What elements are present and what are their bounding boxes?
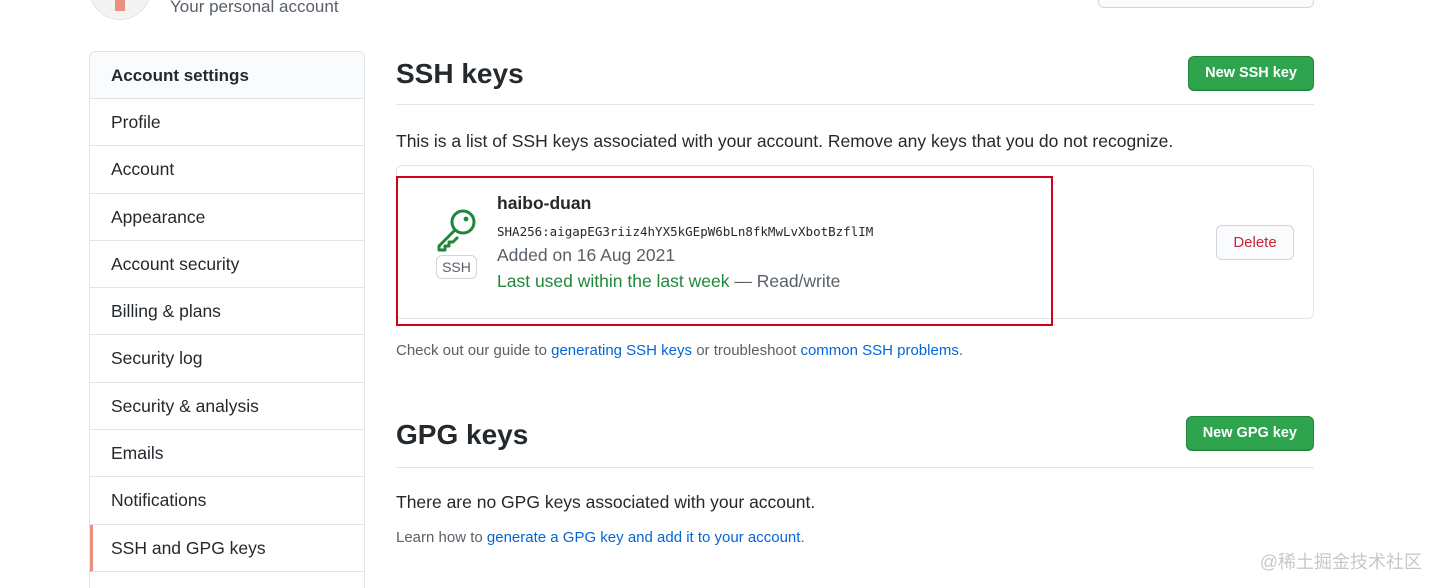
gpg-learn-note: Learn how to generate a GPG key and add …	[396, 529, 805, 546]
sidebar-item-profile[interactable]: Profile	[90, 99, 364, 147]
generating-ssh-keys-link[interactable]: generating SSH keys	[551, 342, 692, 359]
sidebar-item-security-analysis[interactable]: Security & analysis	[90, 383, 364, 431]
new-gpg-key-button[interactable]: New GPG key	[1185, 416, 1314, 451]
sidebar-item-security-log[interactable]: Security log	[90, 335, 364, 383]
new-ssh-key-button[interactable]: New SSH key	[1188, 56, 1314, 91]
top-right-button[interactable]	[1098, 0, 1314, 8]
ssh-guide-suffix: .	[958, 342, 963, 359]
gpg-section-title: GPG keys	[396, 419, 529, 450]
sidebar-item-notifications[interactable]: Notifications	[90, 477, 364, 525]
gpg-learn-suffix: .	[800, 529, 805, 546]
ssh-guide-note: Check out our guide to generating SSH ke…	[396, 342, 963, 359]
sidebar-item-account-security[interactable]: Account security	[90, 241, 364, 289]
ssh-guide-middle: or troubleshoot	[692, 342, 801, 359]
gpg-section-header: GPG keys New GPG key	[396, 412, 1314, 468]
sidebar-title: Account settings	[90, 52, 364, 99]
common-ssh-problems-link[interactable]: common SSH problems	[800, 342, 958, 359]
settings-sidebar: Account settings Profile Account Appeara…	[89, 51, 365, 588]
sidebar-item-appearance[interactable]: Appearance	[90, 194, 364, 241]
gpg-learn-prefix: Learn how to	[396, 529, 487, 546]
ssh-section-title: SSH keys	[396, 58, 524, 89]
sidebar-item-account[interactable]: Account	[90, 146, 364, 194]
ssh-section-header: SSH keys New SSH key	[396, 52, 1314, 105]
sidebar-item-emails[interactable]: Emails	[90, 430, 364, 478]
highlight-annotation-box	[396, 176, 1053, 326]
ssh-guide-prefix: Check out our guide to	[396, 342, 552, 359]
gpg-empty-text: There are no GPG keys associated with yo…	[396, 492, 816, 512]
avatar[interactable]	[89, 0, 151, 20]
watermark: @稀土掘金技术社区	[1259, 552, 1422, 572]
generate-gpg-key-link[interactable]: generate a GPG key and add it to your ac…	[487, 529, 801, 546]
account-subtitle: Your personal account	[170, 0, 339, 16]
ssh-description: This is a list of SSH keys associated wi…	[396, 131, 1174, 151]
sidebar-item-ssh-gpg-keys[interactable]: SSH and GPG keys	[90, 524, 364, 572]
delete-ssh-key-button[interactable]: Delete	[1216, 225, 1294, 260]
sidebar-item-billing[interactable]: Billing & plans	[90, 288, 364, 336]
